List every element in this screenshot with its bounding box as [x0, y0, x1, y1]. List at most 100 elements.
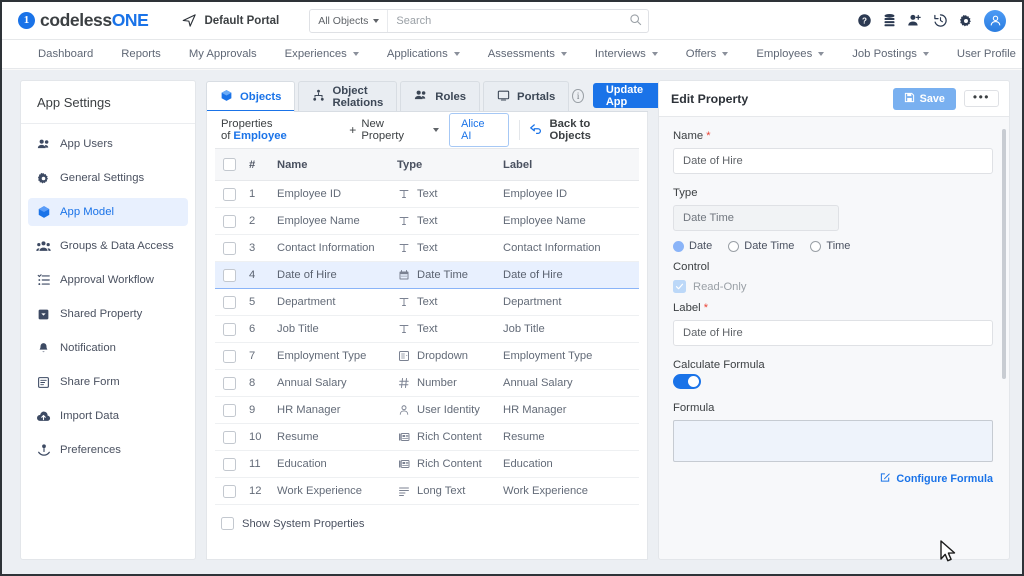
row-checkbox[interactable]	[223, 214, 236, 228]
select-all-header	[215, 148, 245, 181]
type-input	[673, 205, 839, 231]
table-row[interactable]: 2 Employee Name Text Employee Name	[215, 207, 639, 235]
menu-item-assessments[interactable]: Assessments	[474, 40, 581, 68]
table-row[interactable]: 5 Department Text Department	[215, 288, 639, 316]
brand-logo[interactable]: 1 codelessONE	[18, 10, 149, 31]
more-options-button[interactable]: •••	[963, 90, 999, 107]
table-row-selected[interactable]: 4 Date of Hire Date Time Date of Hire	[215, 261, 639, 289]
row-checkbox[interactable]	[223, 430, 236, 444]
menu-item-offers[interactable]: Offers	[672, 40, 743, 68]
menu-item-applications[interactable]: Applications	[373, 40, 474, 68]
sidebar-item-approval-workflow[interactable]: Approval Workflow	[28, 266, 188, 294]
menu-label: My Approvals	[188, 48, 257, 60]
edit-property-panel: Edit Property Save ••• Name * Date of Hi…	[658, 80, 1010, 560]
row-checkbox[interactable]	[223, 187, 236, 201]
row-number: 5	[245, 288, 273, 316]
gear-icon[interactable]	[959, 14, 973, 28]
select-all-checkbox[interactable]	[223, 158, 236, 171]
sidebar-item-share-form[interactable]: Share Form	[28, 368, 188, 396]
sidebar-item-shared-property[interactable]: Shared Property	[28, 300, 188, 328]
table-row[interactable]: 8 Annual Salary Number Annual Salary	[215, 369, 639, 397]
add-user-icon[interactable]	[907, 13, 922, 28]
radio-time[interactable]: Time	[810, 240, 850, 252]
menu-item-user-profile[interactable]: User Profile	[943, 40, 1022, 68]
new-property-button[interactable]: + New Property	[349, 118, 440, 142]
formula-input[interactable]	[673, 420, 993, 462]
table-row[interactable]: 10 Resume Rich Content Resume	[215, 423, 639, 451]
row-checkbox[interactable]	[223, 322, 236, 336]
table-row[interactable]: 12 Work Experience Long Text Work Experi…	[215, 477, 639, 505]
table-row[interactable]: 9 HR Manager User Identity HR Manager	[215, 396, 639, 424]
show-system-properties-row[interactable]: Show System Properties	[215, 505, 639, 530]
read-only-checkbox[interactable]	[673, 280, 686, 293]
menu-item-job-postings[interactable]: Job Postings	[838, 40, 943, 68]
row-name: Work Experience	[273, 477, 393, 505]
row-checkbox[interactable]	[223, 484, 236, 498]
row-checkbox[interactable]	[223, 403, 236, 417]
configure-formula-link[interactable]: Configure Formula	[896, 473, 993, 485]
portal-selector[interactable]: Default Portal	[182, 13, 279, 28]
sidebar-item-groups-data-access[interactable]: Groups & Data Access	[28, 232, 188, 260]
back-to-objects-button[interactable]: Back to Objects	[529, 118, 633, 142]
row-type-cell: Text	[393, 207, 499, 235]
sidebar-item-notification[interactable]: Notification	[28, 334, 188, 362]
sidebar-item-import-data[interactable]: Import Data	[28, 402, 188, 430]
row-checkbox[interactable]	[223, 268, 236, 282]
tab-roles[interactable]: Roles	[400, 81, 481, 111]
row-checkbox[interactable]	[223, 376, 236, 390]
cube-icon	[220, 89, 233, 105]
table-row[interactable]: 11 Education Rich Content Education	[215, 450, 639, 478]
sidebar-item-general-settings[interactable]: General Settings	[28, 164, 188, 192]
name-input[interactable]	[673, 148, 993, 174]
new-property-label: New Property	[361, 118, 405, 142]
calculate-formula-toggle[interactable]	[673, 374, 701, 389]
table-row[interactable]: 3 Contact Information Text Contact Infor…	[215, 234, 639, 262]
preferences-icon	[36, 443, 51, 457]
help-icon[interactable]: ?	[857, 13, 872, 28]
table-row[interactable]: 1 Employee ID Text Employee ID	[215, 180, 639, 208]
row-number: 6	[245, 315, 273, 343]
menu-item-reports[interactable]: Reports	[107, 40, 175, 68]
sidebar-item-label: Share Form	[60, 376, 120, 388]
row-checkbox[interactable]	[223, 295, 236, 309]
menu-item-dashboard[interactable]: Dashboard	[24, 40, 107, 68]
row-label: Employment Type	[499, 342, 639, 370]
database-icon[interactable]	[883, 13, 896, 28]
row-checkbox[interactable]	[223, 349, 236, 363]
menu-item-employees[interactable]: Employees	[742, 40, 838, 68]
search-scope-dropdown[interactable]: All Objects	[310, 9, 389, 32]
row-type-cell: Date Time	[393, 261, 499, 289]
tab-object-relations[interactable]: Object Relations	[298, 81, 398, 111]
panel-scrollbar[interactable]	[1002, 129, 1006, 379]
show-system-properties-checkbox[interactable]	[221, 517, 234, 530]
search-button[interactable]	[622, 10, 648, 32]
tab-portals[interactable]: Portals	[483, 81, 570, 111]
row-checkbox[interactable]	[223, 457, 236, 471]
radio-date-time[interactable]: Date Time	[728, 240, 794, 252]
table-row[interactable]: 6 Job Title Text Job Title	[215, 315, 639, 343]
sidebar-item-preferences[interactable]: Preferences	[28, 436, 188, 464]
table-row[interactable]: 7 Employment Type Dropdown Employment Ty…	[215, 342, 639, 370]
info-icon[interactable]: i	[572, 88, 584, 103]
row-number: 1	[245, 180, 273, 208]
menu-item-experiences[interactable]: Experiences	[271, 40, 373, 68]
menu-item-interviews[interactable]: Interviews	[581, 40, 672, 68]
search-input[interactable]	[388, 9, 623, 32]
row-type-label: Text	[417, 188, 438, 200]
sidebar-item-app-users[interactable]: App Users	[28, 130, 188, 158]
row-select-cell	[215, 180, 245, 208]
history-icon[interactable]	[933, 13, 948, 28]
menu-item-my-approvals[interactable]: My Approvals	[175, 40, 271, 68]
row-checkbox[interactable]	[223, 241, 236, 255]
avatar[interactable]	[984, 9, 1006, 32]
tab-objects[interactable]: Objects	[206, 81, 296, 112]
alice-ai-button[interactable]: Alice AI	[449, 113, 509, 147]
save-button[interactable]: Save	[892, 87, 956, 110]
object-name-link[interactable]: Employee	[233, 130, 286, 142]
read-only-row[interactable]: Read-Only	[673, 280, 993, 293]
label-input[interactable]	[673, 320, 993, 346]
row-number: 10	[245, 423, 273, 451]
svg-text:?: ?	[862, 16, 867, 25]
radio-date[interactable]: Date	[673, 240, 712, 252]
sidebar-item-app-model[interactable]: App Model	[28, 198, 188, 226]
